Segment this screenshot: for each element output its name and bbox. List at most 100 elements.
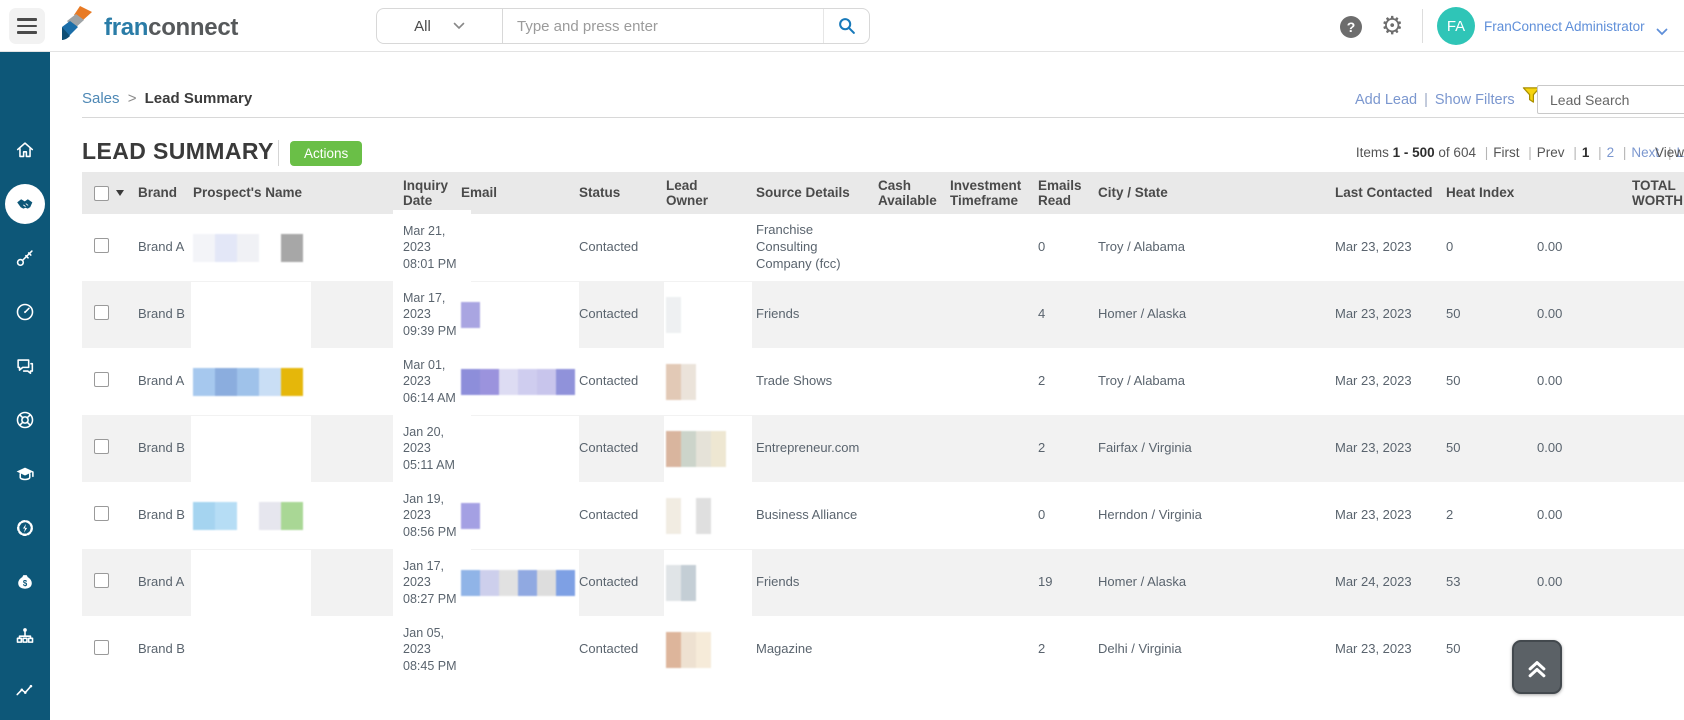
select-all-checkbox[interactable] bbox=[94, 186, 109, 201]
row-checkbox[interactable] bbox=[94, 640, 109, 655]
scroll-to-top-button[interactable] bbox=[1512, 640, 1562, 694]
cell-last-contacted: Mar 24, 2023 bbox=[1335, 574, 1446, 591]
sidebar-item-money-bag[interactable]: $ bbox=[5, 562, 45, 602]
page-2-link[interactable]: 2 bbox=[1607, 145, 1615, 160]
redaction-block bbox=[281, 234, 303, 262]
cell-source-details: Business Alliance bbox=[756, 507, 878, 524]
sidebar-item-home[interactable] bbox=[5, 130, 45, 170]
row-checkbox[interactable] bbox=[94, 238, 109, 253]
items-label: Items bbox=[1356, 145, 1389, 160]
user-menu[interactable]: FranConnect Administrator bbox=[1484, 19, 1645, 34]
cell-select bbox=[82, 506, 138, 526]
cell-city-state: Troy / Alabama bbox=[1098, 373, 1335, 390]
cell-last-contacted: Mar 23, 2023 bbox=[1335, 440, 1446, 457]
graduation-cap-icon bbox=[14, 463, 36, 485]
actions-button[interactable]: Actions bbox=[290, 141, 362, 166]
inquiry-date-text: Jan 19, 2023 08:56 PM bbox=[403, 491, 461, 540]
avatar[interactable]: FA bbox=[1437, 7, 1475, 45]
user-chevron-down-icon[interactable] bbox=[1656, 23, 1668, 41]
sidebar-item-key[interactable] bbox=[5, 238, 45, 278]
show-filters-link[interactable]: Show Filters bbox=[1435, 85, 1515, 115]
search-button[interactable] bbox=[823, 9, 869, 43]
help-icon[interactable]: ? bbox=[1340, 16, 1362, 38]
redaction-block bbox=[193, 502, 215, 530]
cell-inquiry-date: Jan 20, 2023 05:11 AM bbox=[403, 424, 461, 473]
cell-heat-index: 53 bbox=[1446, 574, 1532, 591]
cell-status: Contacted bbox=[579, 373, 666, 390]
redaction-block bbox=[480, 570, 499, 596]
redaction-block bbox=[666, 431, 681, 467]
row-checkbox[interactable] bbox=[94, 372, 109, 387]
cell-status: Contacted bbox=[579, 239, 666, 256]
cell-source-details: Friends bbox=[756, 306, 878, 323]
gear-icon[interactable]: ⚙ bbox=[1381, 10, 1403, 42]
sidebar-item-lifebuoy[interactable] bbox=[5, 400, 45, 440]
cell-inquiry-date: Jan 17, 2023 08:27 PM bbox=[403, 558, 461, 607]
sidebar-item-gauge[interactable] bbox=[5, 292, 45, 332]
cell-total-worth: 0.00 bbox=[1532, 306, 1684, 323]
cell-source-details: Magazine bbox=[756, 641, 878, 658]
cell-email bbox=[461, 630, 579, 670]
sidebar-item-graduation-cap[interactable] bbox=[5, 454, 45, 494]
sidebar-item-org-chart[interactable] bbox=[5, 616, 45, 656]
redaction-block bbox=[556, 570, 575, 596]
redaction-block bbox=[461, 302, 480, 328]
cell-prospect-name bbox=[193, 295, 403, 335]
sort-caret-icon[interactable] bbox=[116, 190, 124, 196]
add-lead-link[interactable]: Add Lead bbox=[1355, 85, 1417, 115]
row-checkbox[interactable] bbox=[94, 439, 109, 454]
redaction-block bbox=[259, 502, 281, 530]
redaction-block bbox=[696, 431, 711, 467]
redaction-block bbox=[696, 632, 711, 668]
view-per-page-label[interactable]: View Per Page bbox=[1655, 145, 1684, 160]
date-redaction: Mar 17, 2023 09:39 PM bbox=[403, 290, 461, 339]
row-checkbox[interactable] bbox=[94, 573, 109, 588]
table-row: Brand BMar 17, 2023 09:39 PMContactedFri… bbox=[82, 281, 1684, 348]
redaction-block bbox=[480, 369, 499, 395]
row-checkbox[interactable] bbox=[94, 305, 109, 320]
cell-lead-owner bbox=[666, 228, 756, 268]
redaction-blocks bbox=[666, 431, 726, 467]
cell-city-state: Fairfax / Virginia bbox=[1098, 440, 1335, 457]
cell-heat-index: 50 bbox=[1446, 373, 1532, 390]
topbar-divider bbox=[1422, 9, 1423, 43]
search-icon bbox=[836, 15, 858, 37]
prospect-name-redaction bbox=[193, 496, 395, 536]
hamburger-menu-icon[interactable] bbox=[9, 8, 45, 44]
page-prev[interactable]: Prev bbox=[1537, 145, 1565, 160]
sidebar-item-trend-line[interactable] bbox=[5, 670, 45, 710]
cell-select bbox=[82, 573, 138, 593]
top-bar: franconnect All ? ⚙ FA FranConnect Admin… bbox=[0, 0, 1684, 52]
breadcrumb-sales-link[interactable]: Sales bbox=[82, 90, 120, 107]
header-brand: Brand bbox=[138, 185, 193, 200]
sidebar-item-gear-bolt[interactable] bbox=[5, 508, 45, 548]
cell-status: Contacted bbox=[579, 440, 666, 457]
cell-heat-index: 50 bbox=[1446, 306, 1532, 323]
cell-status: Contacted bbox=[579, 306, 666, 323]
redaction-block bbox=[193, 234, 215, 262]
sidebar-item-handshake[interactable] bbox=[5, 184, 45, 224]
handshake-icon bbox=[14, 193, 36, 215]
page-first[interactable]: First bbox=[1493, 145, 1519, 160]
header-emails-read: Emails Read bbox=[1038, 178, 1098, 208]
header-inquiry-date: Inquiry Date bbox=[403, 178, 461, 208]
cell-inquiry-date: Mar 21, 2023 08:01 PM bbox=[403, 223, 461, 272]
redaction-blocks bbox=[666, 632, 711, 668]
header-investment-timeframe: Investment Timeframe bbox=[950, 178, 1038, 208]
global-search-input[interactable] bbox=[503, 9, 823, 43]
redaction-block bbox=[461, 369, 480, 395]
redaction-blocks bbox=[461, 570, 575, 596]
inquiry-date-text: Mar 21, 2023 08:01 PM bbox=[403, 223, 461, 272]
redaction-blocks bbox=[193, 502, 303, 530]
redaction-block bbox=[537, 369, 556, 395]
cell-emails-read: 0 bbox=[1038, 507, 1098, 524]
table-row: Brand BJan 20, 2023 05:11 AMContactedEnt… bbox=[82, 415, 1684, 482]
cell-email bbox=[461, 429, 579, 469]
row-checkbox[interactable] bbox=[94, 506, 109, 521]
lead-search-input[interactable] bbox=[1537, 85, 1684, 114]
sidebar-item-chat[interactable] bbox=[5, 346, 45, 386]
date-redaction: Jan 17, 2023 08:27 PM bbox=[403, 558, 461, 607]
search-scope-select[interactable]: All bbox=[377, 9, 503, 43]
cell-last-contacted: Mar 23, 2023 bbox=[1335, 373, 1446, 390]
breadcrumb-separator: > bbox=[128, 90, 137, 107]
